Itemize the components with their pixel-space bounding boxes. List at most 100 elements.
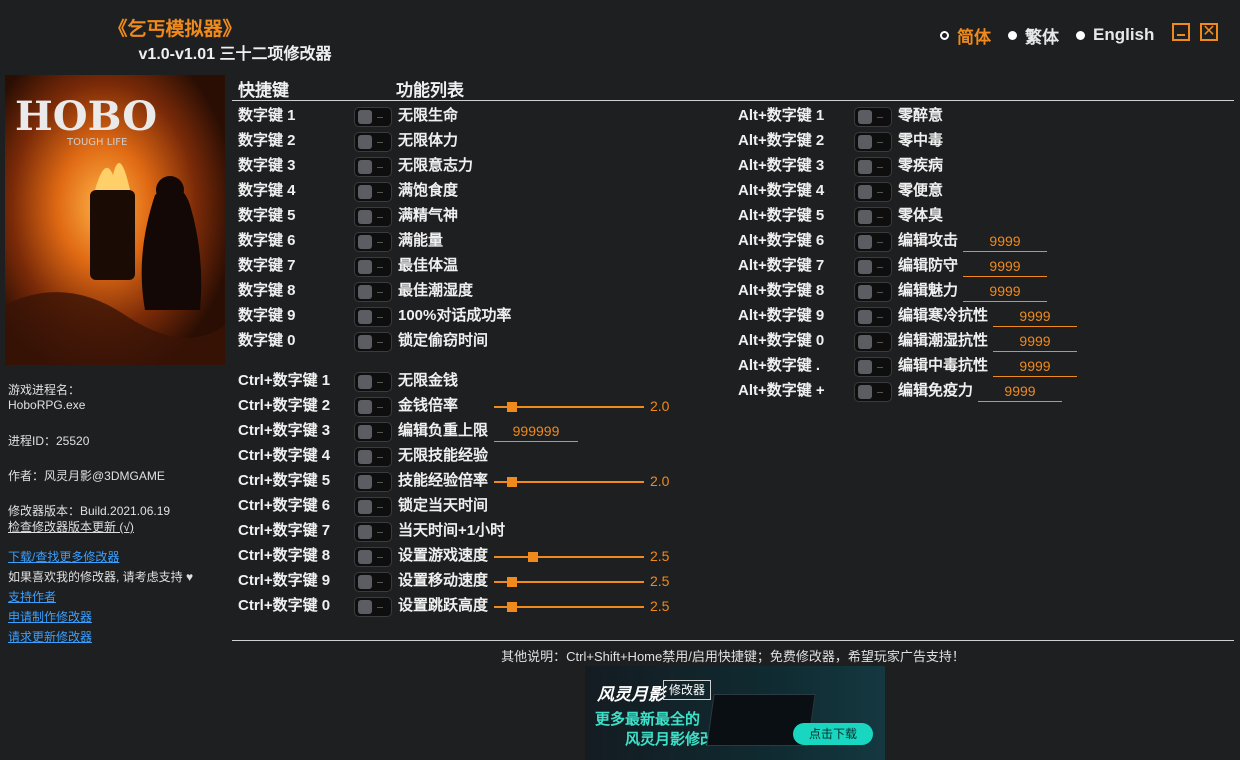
value-slider[interactable] — [494, 402, 644, 412]
cover-logo: HOBO — [15, 93, 157, 140]
request-update-link[interactable]: 请求更新修改器 — [8, 628, 92, 645]
slider-thumb[interactable] — [507, 577, 517, 587]
toggle-knob — [358, 600, 372, 614]
slider-thumb[interactable] — [528, 552, 538, 562]
hotkey-header: 快捷键 — [238, 81, 289, 100]
toggle-knob — [858, 160, 872, 174]
value-input[interactable]: 9999 — [993, 306, 1077, 327]
toggle-track-mark — [377, 432, 383, 433]
toggle-switch[interactable] — [354, 107, 392, 127]
value-input[interactable]: 9999 — [993, 331, 1077, 352]
minimize-button[interactable] — [1172, 23, 1190, 41]
toggle-switch[interactable] — [854, 282, 892, 302]
toggle-track-mark — [377, 407, 383, 408]
feature-label: 100%对话成功率 — [398, 307, 512, 324]
close-button[interactable]: ✕ — [1200, 23, 1218, 41]
toggle-switch[interactable] — [354, 397, 392, 417]
toggle-knob — [358, 235, 372, 249]
feature-label: 无限意志力 — [398, 157, 474, 174]
slider-value: 2.5 — [650, 573, 670, 589]
slider-thumb[interactable] — [507, 477, 517, 487]
request-trainer-link[interactable]: 申请制作修改器 — [8, 608, 92, 625]
toggle-switch[interactable] — [354, 207, 392, 227]
toggle-switch[interactable] — [354, 572, 392, 592]
toggle-knob — [358, 185, 372, 199]
toggle-switch[interactable] — [354, 547, 392, 567]
toggle-switch[interactable] — [354, 497, 392, 517]
toggle-track-mark — [377, 482, 383, 483]
toggle-switch[interactable] — [354, 597, 392, 617]
toggle-track-mark — [877, 292, 883, 293]
toggle-switch[interactable] — [854, 307, 892, 327]
toggle-switch[interactable] — [854, 232, 892, 252]
toggle-track-mark — [377, 292, 383, 293]
hotkey-label: Ctrl+数字键 8 — [238, 547, 331, 564]
support-author-link[interactable]: 支持作者 — [8, 588, 56, 605]
banner-download-button[interactable]: 点击下载 — [793, 723, 873, 745]
toggle-switch[interactable] — [354, 132, 392, 152]
feature-label: 编辑寒冷抗性 — [898, 307, 989, 324]
toggle-switch[interactable] — [354, 307, 392, 327]
toggle-switch[interactable] — [354, 522, 392, 542]
toggle-knob — [358, 525, 372, 539]
value-slider[interactable] — [494, 577, 644, 587]
toggle-track-mark — [877, 317, 883, 318]
slider-thumb[interactable] — [507, 602, 517, 612]
toggle-switch[interactable] — [354, 472, 392, 492]
toggle-knob — [358, 475, 372, 489]
hotkey-label: 数字键 8 — [238, 282, 296, 299]
value-input[interactable]: 9999 — [993, 356, 1077, 377]
toggle-switch[interactable] — [354, 332, 392, 352]
feature-label: 零疾病 — [898, 157, 944, 174]
toggle-switch[interactable] — [354, 257, 392, 277]
value-input[interactable]: 9999 — [963, 281, 1047, 302]
lang-english[interactable]: English — [1076, 24, 1154, 46]
toggle-switch[interactable] — [354, 372, 392, 392]
banner-line1: 更多最新最全的 — [595, 711, 701, 728]
toggle-switch[interactable] — [854, 107, 892, 127]
hotkey-label: 数字键 1 — [238, 107, 296, 124]
feature-label: 满饱食度 — [398, 182, 459, 199]
value-slider[interactable] — [494, 477, 644, 487]
toggle-switch[interactable] — [354, 422, 392, 442]
hotkey-label: Alt+数字键 4 — [738, 182, 825, 199]
footer-divider — [232, 640, 1234, 641]
toggle-knob — [358, 400, 372, 414]
toggle-track-mark — [877, 142, 883, 143]
hotkey-label: Alt+数字键 5 — [738, 207, 825, 224]
hotkey-label: Ctrl+数字键 3 — [238, 422, 331, 439]
toggle-switch[interactable] — [354, 182, 392, 202]
value-input[interactable]: 999999 — [494, 421, 578, 442]
toggle-switch[interactable] — [354, 157, 392, 177]
lang-simplified[interactable]: 简体 — [940, 24, 991, 47]
hotkey-label: Ctrl+数字键 7 — [238, 522, 331, 539]
feature-label: 最佳体温 — [398, 257, 459, 274]
value-input[interactable]: 9999 — [963, 231, 1047, 252]
slider-thumb[interactable] — [507, 402, 517, 412]
value-slider[interactable] — [494, 552, 644, 562]
toggle-switch[interactable] — [854, 257, 892, 277]
toggle-knob — [358, 500, 372, 514]
check-update-link[interactable]: 检查修改器版本更新 (√) — [8, 518, 134, 535]
toggle-knob — [858, 360, 872, 374]
toggle-switch[interactable] — [854, 157, 892, 177]
hotkey-label: Alt+数字键 0 — [738, 332, 825, 349]
value-input[interactable]: 9999 — [978, 381, 1062, 402]
lang-traditional[interactable]: 繁体 — [1008, 24, 1059, 47]
toggle-switch[interactable] — [854, 382, 892, 402]
toggle-switch[interactable] — [854, 357, 892, 377]
ad-banner[interactable]: 风灵月影 修改器 更多最新最全的 风灵月影修改器 点击下载 — [585, 666, 885, 760]
toggle-switch[interactable] — [854, 207, 892, 227]
value-slider[interactable] — [494, 602, 644, 612]
toggle-switch[interactable] — [854, 132, 892, 152]
toggle-track-mark — [377, 317, 383, 318]
hotkey-label: 数字键 5 — [238, 207, 296, 224]
toggle-switch[interactable] — [854, 182, 892, 202]
download-more-link[interactable]: 下载/查找更多修改器 — [8, 548, 119, 565]
toggle-switch[interactable] — [854, 332, 892, 352]
feature-label: 满精气神 — [398, 207, 459, 224]
toggle-switch[interactable] — [354, 447, 392, 467]
toggle-switch[interactable] — [354, 232, 392, 252]
value-input[interactable]: 9999 — [963, 256, 1047, 277]
toggle-switch[interactable] — [354, 282, 392, 302]
